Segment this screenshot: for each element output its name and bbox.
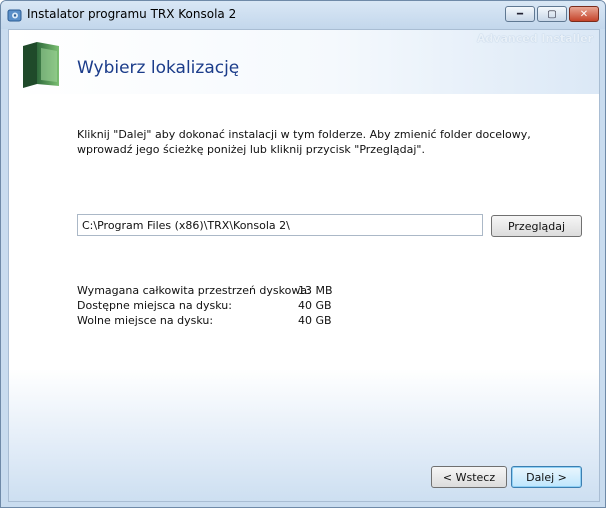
installer-window: Instalator programu TRX Konsola 2 ━ ▢ ✕ … [0, 0, 606, 508]
brand-watermark: Advanced Installer [476, 32, 593, 45]
dialog-body: Advanced Installer Wybierz lokalizację K… [8, 29, 600, 502]
disk-space-row: Wymagana całkowita przestrzeń dyskowa: 1… [77, 284, 377, 299]
disk-space-value: 13 MB [298, 284, 333, 297]
disk-space-label: Wymagana całkowita przestrzeń dyskowa: [77, 284, 311, 297]
minimize-icon: ━ [516, 8, 524, 20]
folder-icon [23, 42, 59, 88]
back-button[interactable]: < Wstecz [431, 466, 507, 488]
maximize-button[interactable]: ▢ [537, 6, 567, 22]
close-button[interactable]: ✕ [569, 6, 599, 22]
installer-app-icon [7, 9, 22, 22]
window-title: Instalator programu TRX Konsola 2 [27, 7, 237, 21]
title-bar[interactable]: Instalator programu TRX Konsola 2 ━ ▢ ✕ [1, 1, 605, 29]
disk-space-value: 40 GB [298, 299, 332, 312]
next-button[interactable]: Dalej > [511, 466, 582, 488]
install-path-input[interactable] [77, 214, 483, 236]
maximize-icon: ▢ [547, 8, 557, 20]
disk-space-row: Dostępne miejsca na dysku: 40 GB [77, 299, 377, 314]
close-icon: ✕ [579, 8, 589, 20]
disk-space-row: Wolne miejsce na dysku: 40 GB [77, 314, 377, 329]
instruction-text: Kliknij "Dalej" aby dokonać instalacji w… [77, 128, 531, 156]
minimize-button[interactable]: ━ [505, 6, 535, 22]
disk-space-info: Wymagana całkowita przestrzeń dyskowa: 1… [77, 284, 377, 329]
disk-space-label: Wolne miejsce na dysku: [77, 314, 214, 327]
browse-button[interactable]: Przeglądaj [491, 215, 582, 237]
page-title: Wybierz lokalizację [77, 58, 240, 78]
dialog-header: Advanced Installer Wybierz lokalizację [9, 30, 599, 94]
disk-space-value: 40 GB [298, 314, 332, 327]
disk-space-label: Dostępne miejsca na dysku: [77, 299, 232, 312]
